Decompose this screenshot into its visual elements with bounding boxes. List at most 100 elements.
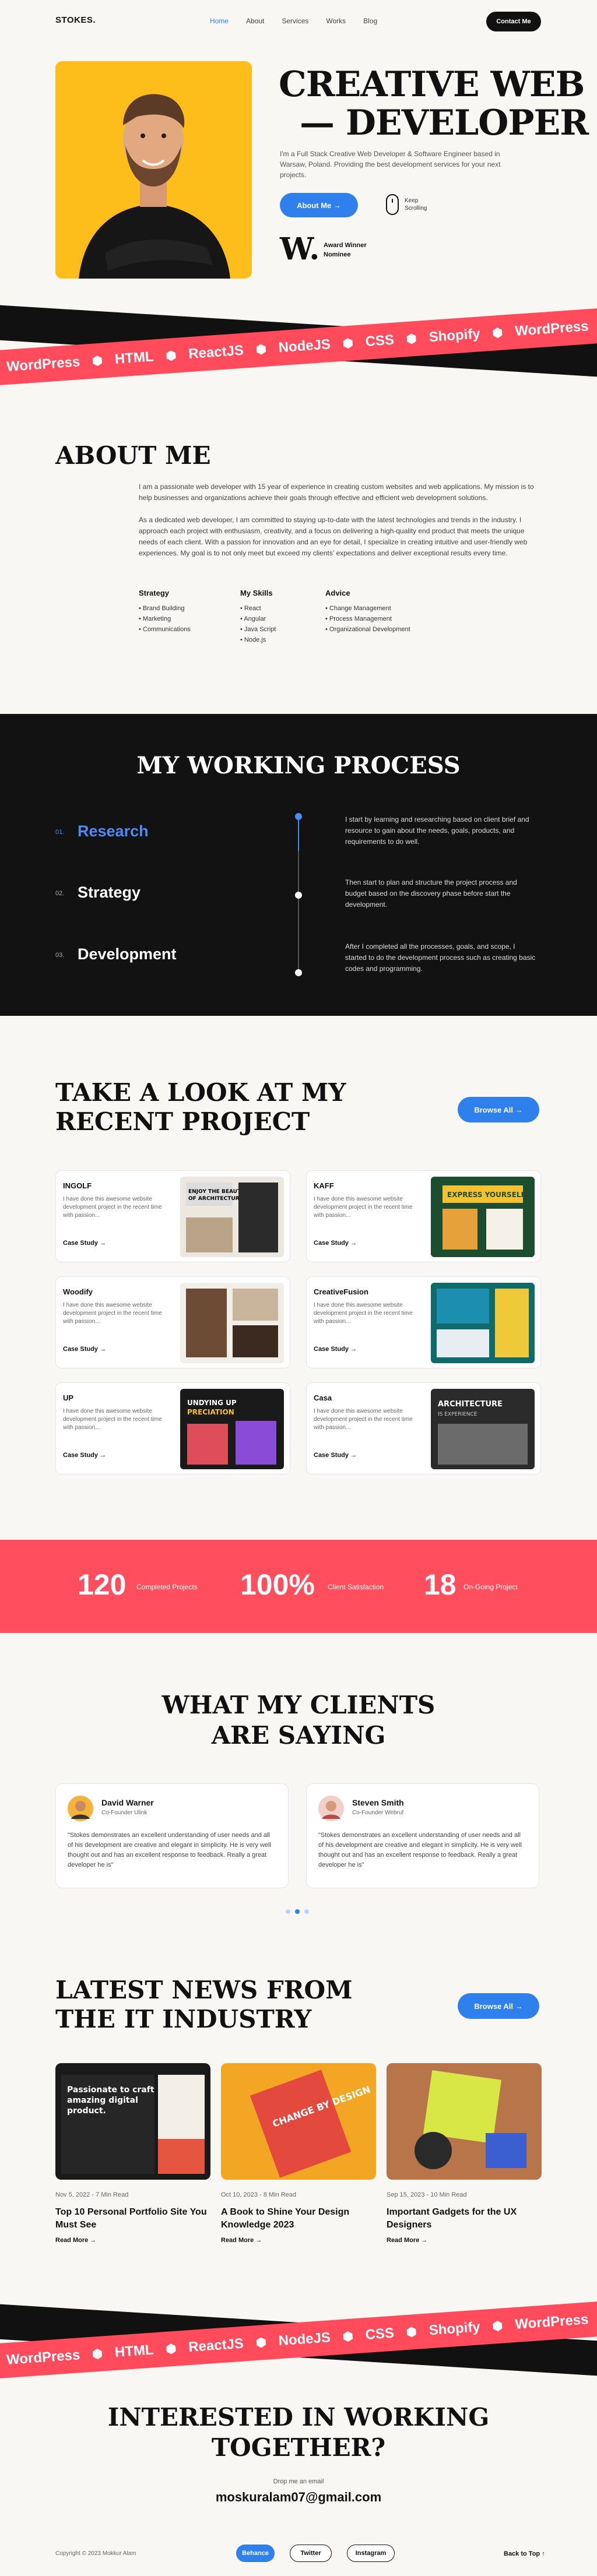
hero-portrait [55, 61, 252, 279]
behance-button[interactable]: Behance [236, 2545, 275, 2562]
case-study-link[interactable]: Case Study → [63, 1346, 106, 1353]
project-title: Casa [314, 1393, 332, 1402]
news-headline[interactable]: Top 10 Personal Portfolio Site You Must … [55, 2206, 210, 2232]
ribbon-item: NodeJS [256, 336, 331, 358]
about-column-heading: My Skills [240, 589, 273, 597]
contact-email-link[interactable]: moskuralam07@gmail.com [0, 2490, 597, 2505]
skills-ribbon-bottom: WordPress HTML ReactJS NodeJS CSS Shopif… [0, 2296, 597, 2384]
case-study-link[interactable]: Case Study → [63, 1452, 106, 1459]
hero-title-line-1: CREATIVE WEB [279, 64, 585, 105]
instagram-button[interactable]: Instagram [347, 2545, 395, 2562]
twitter-button[interactable]: Twitter [290, 2545, 332, 2562]
about-column-list: Brand Building Marketing Communications [139, 603, 191, 635]
stat-label: Completed Projects [136, 1583, 198, 1591]
step-description: I start by learning and researching base… [345, 815, 529, 846]
avatar [68, 1796, 93, 1821]
nav-link-works[interactable]: Works [326, 17, 346, 25]
case-study-link[interactable]: Case Study → [314, 1346, 357, 1353]
project-card[interactable]: UP I have done this awesome website deve… [55, 1382, 290, 1474]
copyright: Copyright © 2023 Mokkur Alam [55, 2550, 136, 2557]
ribbon-item: Shopify [406, 326, 481, 347]
news-thumbnail[interactable] [387, 2063, 542, 2180]
project-thumbnail [431, 1283, 535, 1363]
about-title: ABOUT ME [55, 441, 211, 470]
step-number: 03. [55, 952, 65, 959]
project-description: I have done this awesome website develop… [63, 1408, 162, 1431]
svg-text:ARCHITECTURE: ARCHITECTURE [438, 1400, 503, 1409]
case-study-link[interactable]: Case Study → [314, 1240, 357, 1247]
scroll-hint-line-2: Scrolling [405, 205, 427, 212]
hexagon-icon [256, 344, 266, 355]
client-role: Co-Founder Ulink [101, 1810, 148, 1816]
hexagon-icon [493, 328, 503, 339]
project-description: I have done this awesome website develop… [314, 1408, 413, 1431]
list-item: Node.js [240, 635, 276, 645]
read-more-link[interactable]: Read More → [221, 2237, 262, 2244]
news-meta: Sep 15, 2023 - 10 Min Read [387, 2191, 467, 2198]
news-title-line-1: LATEST NEWS FROM [55, 1976, 353, 2004]
carousel-dot[interactable] [286, 1909, 290, 1914]
news-headline[interactable]: A Book to Shine Your Design Knowledge 20… [221, 2206, 376, 2232]
process-title: MY WORKING PROCESS [136, 752, 461, 779]
project-card[interactable]: Woodify I have done this awesome website… [55, 1276, 290, 1368]
stat-value: 120 [78, 1568, 127, 1601]
news-title-line-2: THE IT INDUSTRY [55, 2005, 312, 2033]
news-title: LATEST NEWS FROM THE IT INDUSTRY [55, 1976, 353, 2034]
project-card[interactable]: KAFF I have done this awesome website de… [306, 1170, 541, 1262]
step-strategy[interactable]: Strategy [78, 884, 141, 902]
list-item: Brand Building [139, 603, 191, 614]
mouse-scroll-icon[interactable] [386, 194, 399, 215]
logo[interactable]: STOKES. [55, 15, 96, 25]
list-item: Angular [240, 614, 276, 624]
nav-link-about[interactable]: About [246, 17, 264, 25]
nav-link-blog[interactable]: Blog [363, 17, 377, 25]
browse-projects-button[interactable]: Browse All → [458, 1097, 539, 1122]
news-thumbnail[interactable]: Passionate to craft amazing digital prod… [55, 2063, 210, 2180]
project-description: I have done this awesome website develop… [63, 1302, 162, 1325]
about-column-list: Change Management Process Management Org… [325, 603, 410, 635]
cta-title-line-2: TOGETHER? [211, 2433, 386, 2462]
back-to-top-link[interactable]: Back to Top ↑ [504, 2550, 545, 2557]
hero-description: I'm a Full Stack Creative Web Developer … [280, 150, 501, 179]
contact-me-button[interactable]: Contact Me [486, 12, 541, 31]
client-quote: "Stokes demonstrates an excellent unders… [318, 1832, 522, 1868]
about-column-heading: Strategy [139, 589, 170, 597]
projects-title-line-1: TAKE A LOOK AT MY [55, 1078, 346, 1107]
client-name: David Warner [101, 1798, 154, 1807]
carousel-dot[interactable] [304, 1909, 309, 1914]
svg-text:PRECIATION: PRECIATION [187, 1408, 234, 1416]
cta-subtitle: Drop me an email [273, 2478, 324, 2485]
award-logo: W. [280, 231, 320, 267]
hexagon-icon [343, 338, 353, 349]
project-title: INGOLF [63, 1181, 92, 1190]
about-column-heading: Advice [325, 589, 350, 597]
stat-label: Client Satisfaction [328, 1583, 384, 1591]
project-thumbnail: EXPRESS YOURSELF [431, 1177, 535, 1257]
award-text: Award Winner Nominee [324, 241, 367, 259]
project-card[interactable]: INGOLF I have done this awesome website … [55, 1170, 290, 1262]
about-me-button[interactable]: About Me → [280, 193, 358, 217]
top-nav: STOKES. Home About Services Works Blog C… [0, 0, 597, 43]
project-thumbnail [180, 1283, 284, 1363]
projects-title-line-2: RECENT PROJECT [55, 1107, 310, 1136]
hexagon-icon [166, 2343, 176, 2355]
browse-news-button[interactable]: Browse All → [458, 1993, 539, 2019]
project-card[interactable]: CreativeFusion I have done this awesome … [306, 1276, 541, 1368]
step-research[interactable]: Research [78, 822, 149, 840]
step-description: Then start to plan and structure the pro… [345, 878, 517, 909]
svg-text:IS EXPERIENCE: IS EXPERIENCE [438, 1412, 477, 1417]
read-more-link[interactable]: Read More → [55, 2237, 96, 2244]
list-item: Communications [139, 624, 191, 635]
step-development[interactable]: Development [78, 945, 177, 963]
carousel-dot[interactable] [295, 1909, 300, 1914]
case-study-link[interactable]: Case Study → [314, 1452, 357, 1459]
news-headline[interactable]: Important Gadgets for the UX Designers [387, 2206, 542, 2232]
case-study-link[interactable]: Case Study → [63, 1240, 106, 1247]
nav-link-home[interactable]: Home [210, 17, 229, 25]
nav-link-services[interactable]: Services [282, 17, 308, 25]
hexagon-icon [93, 2349, 103, 2360]
project-card[interactable]: Casa I have done this awesome website de… [306, 1382, 541, 1474]
news-thumbnail[interactable]: CHANGE BY DESIGN [221, 2063, 376, 2180]
project-title: UP [63, 1393, 74, 1402]
read-more-link[interactable]: Read More → [387, 2237, 427, 2244]
